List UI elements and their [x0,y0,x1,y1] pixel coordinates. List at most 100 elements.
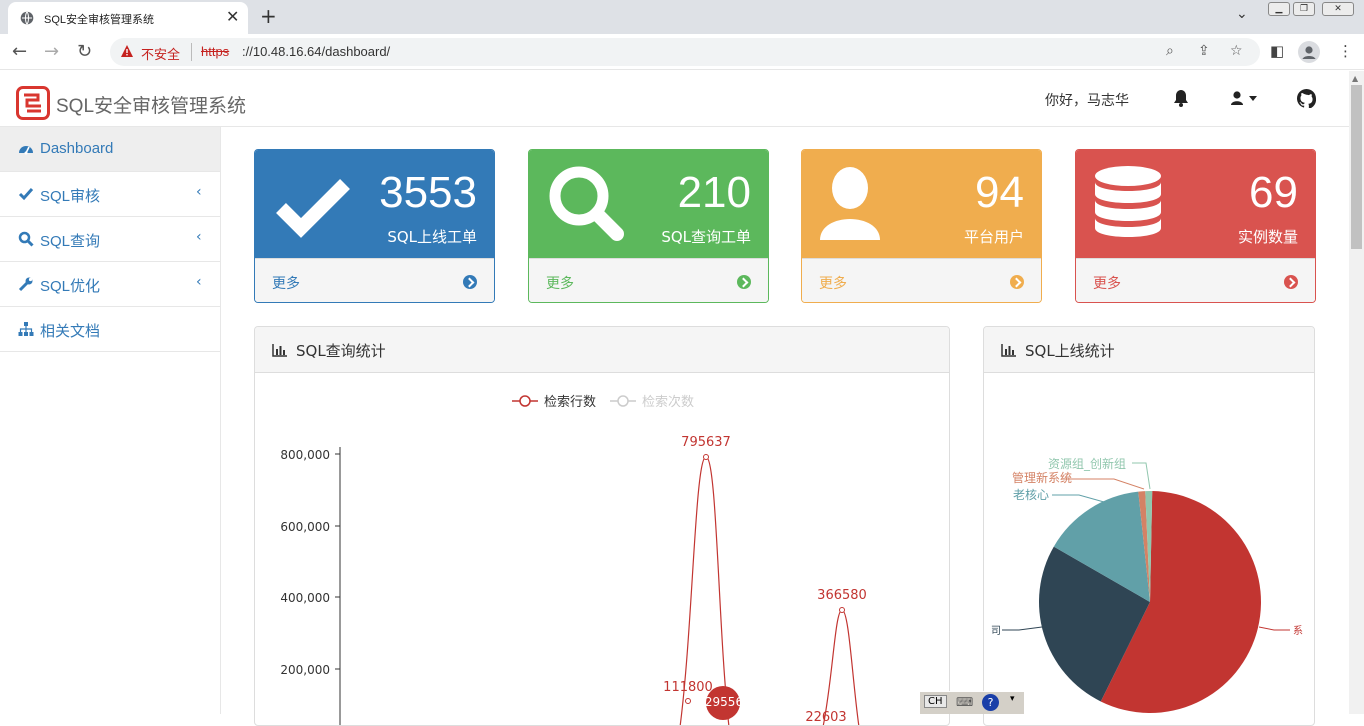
profile-avatar-icon[interactable] [1298,41,1320,63]
share-icon[interactable]: ⇪ [1198,43,1210,59]
stat-more-link[interactable]: 更多 [529,258,768,302]
legend-item-rows[interactable]: 检索行数 [512,395,596,410]
stat-more-link[interactable]: 更多 [255,258,494,302]
stat-more-link[interactable]: 更多 [1076,258,1315,302]
sidebar-item-docs[interactable]: 相关文档 [0,307,220,352]
legend-label: 检索行数 [544,395,596,410]
data-label: 111800 [663,680,713,695]
reload-icon[interactable]: ↻ [77,41,92,62]
check-icon [18,188,34,201]
browser-tab[interactable]: SQL安全审核管理系统 ✕ [8,2,248,34]
query-line-chart: 检索行数 检索次数 800,000 600,000 400,000 200,00… [280,394,867,725]
more-label: 更多 [1093,276,1121,292]
sidebar-item-sql-query[interactable]: SQL查询 ‹ [0,217,220,262]
sidebar: Dashboard SQL审核 ‹ SQL查询 ‹ SQL优化 ‹ 相关文档 [0,127,221,714]
user-greeting: 你好，马志华 [1045,93,1129,109]
keyboard-icon[interactable]: ⌨ [956,695,973,709]
logo-glyph [24,93,41,113]
data-label: 795637 [681,435,731,450]
legend-item-count[interactable]: 检索次数 [610,394,694,410]
arrow-circle-right-icon [1284,275,1298,289]
stat-panel-heading: 94 平台用户 [802,150,1041,258]
slice-label-clipped: 司 [991,626,1001,637]
browser-tabstrip: SQL安全审核管理系统 ✕ + ⌄ ▁ ❐ ✕ [0,0,1364,34]
address-bar[interactable]: 不安全 https ://10.48.16.64/dashboard/ ⌕ ⇪ … [110,38,1260,66]
warning-icon [121,45,133,57]
stat-label: SQL上线工单 [387,228,477,246]
page-scrollbar[interactable]: ▲ [1349,71,1364,714]
y-tick-label: 800,000 [280,448,330,462]
github-icon[interactable] [1297,89,1316,108]
label-leader-line [1258,626,1290,631]
stat-more-link[interactable]: 更多 [802,258,1041,302]
ime-language-button[interactable]: CH [924,695,947,708]
stat-panel-users: 94 平台用户 更多 [801,149,1042,303]
label-leader-line [1052,494,1105,503]
database-icon [1095,166,1161,237]
new-tab-button[interactable]: + [260,4,277,28]
scroll-up-arrow-icon[interactable]: ▲ [1352,74,1358,83]
bell-icon[interactable] [1173,89,1189,107]
ime-toolbar: CH ⌨ ? ▾ [920,691,1024,714]
minimize-button[interactable]: ▁ [1268,2,1290,16]
deploy-pie-chart: 资源组_创新组 管理新系统 老核心 司 系 [991,456,1303,713]
browser-toolbar: ← → ↻ 不安全 https ://10.48.16.64/dashboard… [0,34,1364,70]
tray-options-icon[interactable]: ▾ [1010,694,1015,704]
sidebar-item-sql-optimize[interactable]: SQL优化 ‹ [0,262,220,307]
url-separator [191,43,192,61]
not-secure-label[interactable]: 不安全 [141,44,180,63]
sidebar-item-label: SQL优化 [40,278,101,295]
sidebar-item-label: Dashboard [40,140,114,157]
data-point[interactable] [703,454,709,460]
scrollbar-thumb[interactable] [1351,85,1362,249]
slice-label: 资源组_创新组 [1048,456,1126,471]
arrow-circle-right-icon [463,275,477,289]
sidebar-item-label: SQL审核 [40,188,101,205]
bookmark-star-icon[interactable]: ☆ [1230,43,1243,59]
back-arrow-icon[interactable]: ← [12,41,27,62]
deploy-stats-card: SQL上线统计 资源组_创新组 管理新系统 老核心 司 系 [983,326,1315,726]
data-label: 22603 [805,710,846,725]
help-icon[interactable]: ? [982,694,999,711]
forward-arrow-icon[interactable]: → [44,41,59,62]
check-icon [276,179,350,238]
stat-value: 94 [975,168,1024,217]
more-label: 更多 [819,276,847,292]
browser-menu-icon[interactable]: ⋮ [1338,42,1353,60]
side-panel-icon[interactable]: ◧ [1270,42,1284,60]
label-leader-line [1132,462,1151,490]
stat-panel-heading: 3553 SQL上线工单 [255,150,494,258]
dashboard-icon [19,146,33,155]
url-scheme: https [201,44,230,59]
stat-label: 平台用户 [963,228,1024,246]
wrench-icon [18,277,33,292]
stat-label: SQL查询工单 [661,228,751,246]
label-leader-line [1002,626,1043,631]
more-label: 更多 [272,276,300,292]
slice-label: 管理新系统 [1012,470,1072,485]
restore-button[interactable]: ❐ [1293,2,1315,16]
y-tick-label: 600,000 [280,520,330,534]
sidebar-item-label: 相关文档 [40,323,101,340]
arrow-circle-right-icon [1010,275,1024,289]
app-brand-title[interactable]: SQL安全审核管理系统 [56,91,246,118]
stat-panel-sql-orders: 3553 SQL上线工单 更多 [254,149,495,303]
zoom-icon[interactable]: ⌕ [1166,43,1174,59]
data-point[interactable] [685,698,691,704]
y-tick-label: 200,000 [280,663,330,677]
slice-label-clipped: 系 [1293,625,1303,637]
data-point[interactable] [839,607,845,613]
chevron-left-icon: ‹ [196,184,202,200]
y-tick-label: 400,000 [280,591,330,605]
stat-value: 210 [677,168,751,217]
slice-label: 老核心 [1013,488,1049,502]
user-dropdown-icon[interactable] [1230,90,1260,106]
data-label: 366580 [817,588,867,603]
tab-close-icon[interactable]: ✕ [226,7,239,26]
sitemap-icon [18,322,34,336]
sidebar-item-sql-audit[interactable]: SQL审核 ‹ [0,172,220,217]
close-window-button[interactable]: ✕ [1322,2,1354,16]
tab-search-chevron-icon[interactable]: ⌄ [1236,6,1248,22]
sidebar-item-dashboard[interactable]: Dashboard [0,127,220,172]
app-logo[interactable] [16,86,50,120]
